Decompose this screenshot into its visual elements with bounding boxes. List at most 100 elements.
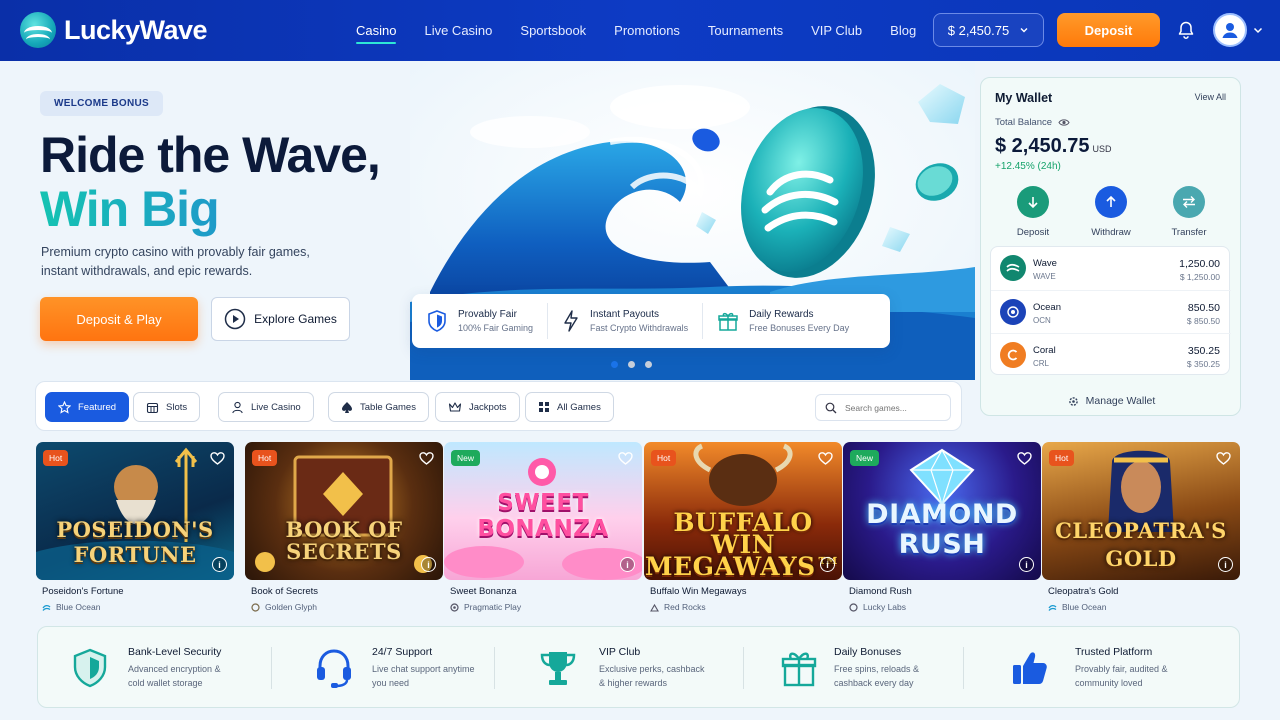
coin-name: Wave xyxy=(1033,258,1057,269)
game-card[interactable]: CLEOPATRA'S GOLD Hot i Cleopatra's Gold … xyxy=(1042,442,1240,612)
coin-row-coral[interactable]: Coral CRL 350.25 $ 350.25 xyxy=(991,333,1231,376)
trust-security: Bank-Level Security Advanced encryption &… xyxy=(71,627,238,709)
nav-sportsbook[interactable]: Sportsbook xyxy=(506,0,600,61)
hero-title: Ride the Wave, xyxy=(40,127,381,183)
search-input[interactable] xyxy=(845,402,940,413)
coin-amount: 850.50 xyxy=(1187,302,1220,314)
brand-logo[interactable]: LuckyWave xyxy=(20,12,208,48)
trust-desc: Advanced encryption & cold wallet storag… xyxy=(128,664,221,688)
nav-blog[interactable]: Blog xyxy=(876,0,930,61)
deposit-play-button[interactable]: Deposit & Play xyxy=(40,297,198,341)
game-provider: Pragmatic Play xyxy=(450,602,642,612)
hot-badge: Hot xyxy=(1049,450,1075,466)
carousel-dot[interactable] xyxy=(645,361,652,368)
feature-title: Daily Rewards xyxy=(749,309,814,320)
wallet-transfer-button[interactable]: Transfer xyxy=(1151,186,1227,238)
wallet-deposit-button[interactable]: Deposit xyxy=(995,186,1071,238)
welcome-bonus-badge: WELCOME BONUS xyxy=(40,91,164,116)
heart-icon[interactable] xyxy=(210,451,225,466)
wave-coin-icon xyxy=(1000,255,1026,281)
wallet-view-all-link[interactable]: View All xyxy=(1195,92,1226,102)
gift-icon xyxy=(718,312,738,331)
game-art-title: SWEET BONANZA xyxy=(477,490,609,542)
divider xyxy=(743,647,744,689)
provider-luckylabs-icon xyxy=(849,602,858,612)
coin-usd-value: $ 850.50 xyxy=(1186,316,1220,326)
coin-row-ocean[interactable]: Ocean OCN 850.50 $ 850.50 xyxy=(991,290,1231,333)
heart-icon[interactable] xyxy=(1017,451,1032,466)
bell-icon[interactable] xyxy=(1176,20,1196,40)
hot-badge: Hot xyxy=(252,450,278,466)
trust-desc: Live chat support anytime you need xyxy=(372,664,475,688)
game-thumbnail[interactable]: SWEET BONANZA New i xyxy=(444,442,642,580)
hero-features-card: Provably Fair 100% Fair Gaming Instant Pa… xyxy=(412,294,890,348)
coin-symbol: WAVE xyxy=(1033,272,1056,281)
top-navbar: LuckyWave Casino Live Casino Sportsbook … xyxy=(0,0,1280,61)
category-featured[interactable]: Featured xyxy=(45,392,130,422)
heart-icon[interactable] xyxy=(818,451,833,466)
game-thumbnail[interactable]: BOOK OF SECRETS Hot i xyxy=(245,442,443,580)
header-deposit-button[interactable]: Deposit xyxy=(1057,13,1160,47)
category-slots[interactable]: Slots xyxy=(133,392,201,422)
heart-icon[interactable] xyxy=(618,451,633,466)
game-title: Buffalo Win Megaways xyxy=(650,586,747,597)
info-icon[interactable]: i xyxy=(212,557,227,572)
manage-wallet-link[interactable]: Manage Wallet xyxy=(981,395,1242,407)
headset-icon xyxy=(317,649,351,688)
spade-icon xyxy=(342,401,352,413)
nav-tournaments[interactable]: Tournaments xyxy=(694,0,797,61)
wave-logo-icon xyxy=(20,12,56,48)
info-icon[interactable]: i xyxy=(421,557,436,572)
game-thumbnail[interactable]: BUFFALO WIN MEGAWAYS™ Hot i xyxy=(644,442,842,580)
grid-icon xyxy=(539,402,549,412)
user-avatar[interactable] xyxy=(1213,13,1247,47)
chevron-down-icon xyxy=(1020,28,1028,33)
game-thumbnail[interactable]: DIAMOND RUSH New i xyxy=(843,442,1041,580)
nav-live-casino[interactable]: Live Casino xyxy=(410,0,506,61)
info-icon[interactable]: i xyxy=(1218,557,1233,572)
chevron-down-icon[interactable] xyxy=(1252,24,1264,36)
provider-name: Lucky Labs xyxy=(863,602,906,612)
game-art-title: BOOK OF SECRETS xyxy=(285,517,403,564)
wallet-withdraw-button[interactable]: Withdraw xyxy=(1073,186,1149,238)
category-jackpots[interactable]: Jackpots xyxy=(435,392,520,422)
nav-promotions[interactable]: Promotions xyxy=(600,0,694,61)
coin-symbol: OCN xyxy=(1033,316,1051,325)
info-icon[interactable]: i xyxy=(820,557,835,572)
info-icon[interactable]: i xyxy=(620,557,635,572)
nav-vip-club[interactable]: VIP Club xyxy=(797,0,876,61)
heart-icon[interactable] xyxy=(1216,451,1231,466)
coin-row-wave[interactable]: Wave WAVE 1,250.00 $ 1,250.00 xyxy=(991,247,1231,290)
currency-code: USD xyxy=(1092,144,1112,154)
transfer-icon xyxy=(1173,186,1205,218)
feature-daily-rewards: Daily Rewards Free Bonuses Every Day xyxy=(702,303,863,339)
nav-casino[interactable]: Casino xyxy=(342,0,410,61)
game-card[interactable]: POSEIDON'S FORTUNE Hot i Poseidon's Fort… xyxy=(36,442,234,612)
category-table-games[interactable]: Table Games xyxy=(328,392,429,422)
heart-icon[interactable] xyxy=(419,451,434,466)
carousel-dot[interactable] xyxy=(628,361,635,368)
game-search[interactable] xyxy=(815,394,951,421)
balance-dropdown[interactable]: $ 2,450.75 xyxy=(933,13,1044,47)
explore-games-button[interactable]: Explore Games xyxy=(211,297,350,341)
game-title: Cleopatra's Gold xyxy=(1048,586,1119,597)
gift-icon xyxy=(781,652,817,687)
balance-value: $ 2,450.75 xyxy=(947,22,1010,38)
category-label: Table Games xyxy=(360,401,416,413)
wallet-action-label: Withdraw xyxy=(1091,227,1131,238)
game-card[interactable]: DIAMOND RUSH New i Diamond Rush Lucky La… xyxy=(843,442,1041,612)
arrow-down-icon xyxy=(1017,186,1049,218)
trust-vip: VIP Club Exclusive perks, cashback & high… xyxy=(538,627,709,709)
new-badge: New xyxy=(850,450,880,466)
carousel-dot[interactable] xyxy=(611,361,618,368)
category-live-casino[interactable]: Live Casino xyxy=(218,392,314,422)
game-card[interactable]: SWEET BONANZA New i Sweet Bonanza Pragma… xyxy=(444,442,642,612)
game-card[interactable]: BUFFALO WIN MEGAWAYS™ Hot i Buffalo Win … xyxy=(644,442,842,612)
category-all-games[interactable]: All Games xyxy=(525,392,614,422)
game-thumbnail[interactable]: CLEOPATRA'S GOLD Hot i xyxy=(1042,442,1240,580)
game-thumbnail[interactable]: POSEIDON'S FORTUNE Hot i xyxy=(36,442,234,580)
info-icon[interactable]: i xyxy=(1019,557,1034,572)
game-art-title: CLEOPATRA'S GOLD xyxy=(1055,518,1227,571)
game-card[interactable]: BOOK OF SECRETS Hot i Book of Secrets Go… xyxy=(245,442,443,612)
eye-icon[interactable] xyxy=(1058,118,1070,127)
